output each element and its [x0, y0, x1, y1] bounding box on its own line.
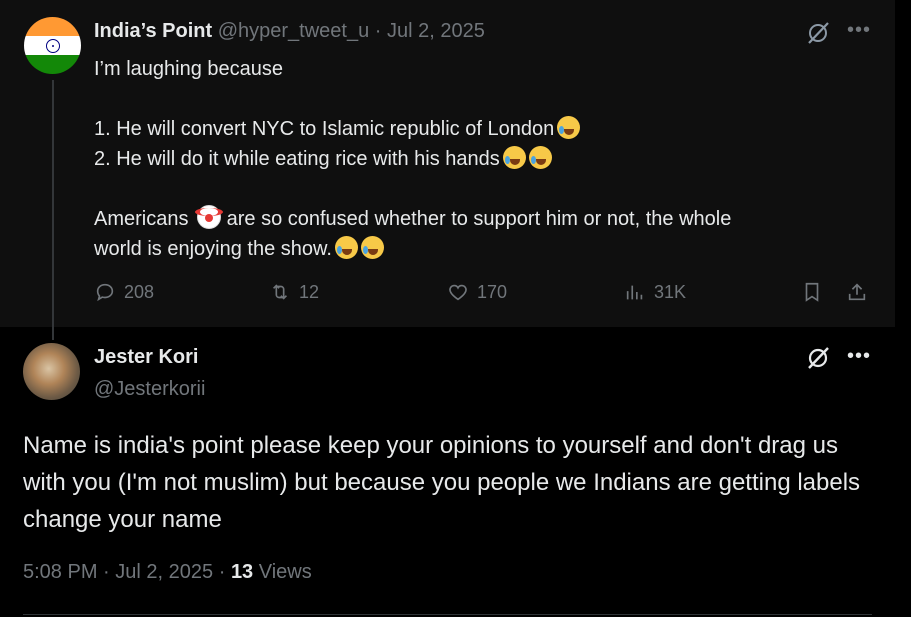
- face-with-tears-of-joy-icon: [334, 236, 358, 259]
- share-button[interactable]: [846, 281, 868, 303]
- more-icon[interactable]: •••: [847, 345, 871, 368]
- text-line: 2. He will do it while eating rice with …: [94, 144, 874, 174]
- grok-icon[interactable]: [805, 345, 831, 371]
- thread-connector-line: [52, 80, 54, 340]
- bookmark-button[interactable]: [801, 281, 823, 303]
- author-handle[interactable]: @Jesterkorii: [94, 378, 205, 401]
- face-with-tears-of-joy-icon: [360, 236, 384, 259]
- avatar[interactable]: [24, 17, 81, 74]
- face-with-tears-of-joy-icon: [528, 146, 552, 169]
- reply-icon: [96, 283, 114, 302]
- text-line-blank: [94, 84, 874, 114]
- repost-count: 12: [299, 281, 320, 302]
- text-line-blank: [94, 174, 874, 204]
- text-line: Americans are so confused whether to sup…: [94, 204, 874, 234]
- avatar[interactable]: [23, 343, 80, 400]
- tweet-date[interactable]: Jul 2, 2025: [115, 561, 213, 583]
- tweet-header: India’s Point @hyper_tweet_u · Jul 2, 20…: [94, 20, 485, 43]
- like-count: 170: [477, 281, 508, 302]
- like-icon: [449, 284, 467, 301]
- repost-icon: [272, 284, 288, 300]
- views-icon: [626, 285, 643, 300]
- text-line: I’m laughing because: [94, 58, 284, 80]
- author-name[interactable]: Jester Kori: [94, 346, 199, 369]
- grok-icon[interactable]: [805, 20, 831, 46]
- text-line: 1. He will convert NYC to Islamic republ…: [94, 114, 874, 144]
- reply-button[interactable]: 208: [94, 281, 154, 303]
- separator: ·: [218, 561, 226, 583]
- reply-count: 208: [124, 281, 155, 302]
- share-icon: [848, 283, 866, 301]
- tweet-text: I’m laughing because 1. He will convert …: [94, 54, 874, 264]
- text-line: world is enjoying the show.: [94, 234, 874, 264]
- flag-green-band: [24, 55, 81, 74]
- separator: ·: [103, 561, 110, 583]
- flag-saffron-band: [24, 17, 81, 36]
- tweet-date[interactable]: Jul 2, 2025: [387, 20, 485, 42]
- tweet-meta: 5:08 PM · Jul 2, 2025 · 13 Views: [23, 561, 312, 584]
- views-count: 13: [230, 561, 254, 583]
- author-name[interactable]: India’s Point: [94, 20, 212, 42]
- views-button[interactable]: 31K: [624, 281, 686, 303]
- ashoka-chakra-icon: [45, 38, 60, 53]
- views-label: Views: [258, 561, 312, 583]
- separator: ·: [374, 20, 382, 42]
- bookmark-icon: [805, 282, 819, 302]
- face-with-tears-of-joy-icon: [557, 116, 581, 139]
- flag-white-band: [24, 36, 81, 55]
- clown-face-icon: [195, 205, 224, 229]
- tweet-actions: 208 12 170 31K: [94, 281, 874, 307]
- more-icon[interactable]: •••: [847, 19, 871, 42]
- divider: [23, 614, 872, 615]
- reply-text: Name is india's point please keep your o…: [23, 432, 861, 533]
- repost-button[interactable]: 12: [269, 281, 319, 303]
- parent-tweet[interactable]: India’s Point @hyper_tweet_u · Jul 2, 20…: [0, 0, 895, 327]
- face-with-tears-of-joy-icon: [502, 146, 526, 169]
- view-count: 31K: [654, 281, 687, 302]
- tweet-time[interactable]: 5:08 PM: [23, 561, 97, 583]
- like-button[interactable]: 170: [447, 281, 507, 303]
- author-handle[interactable]: @hyper_tweet_u: [218, 20, 370, 42]
